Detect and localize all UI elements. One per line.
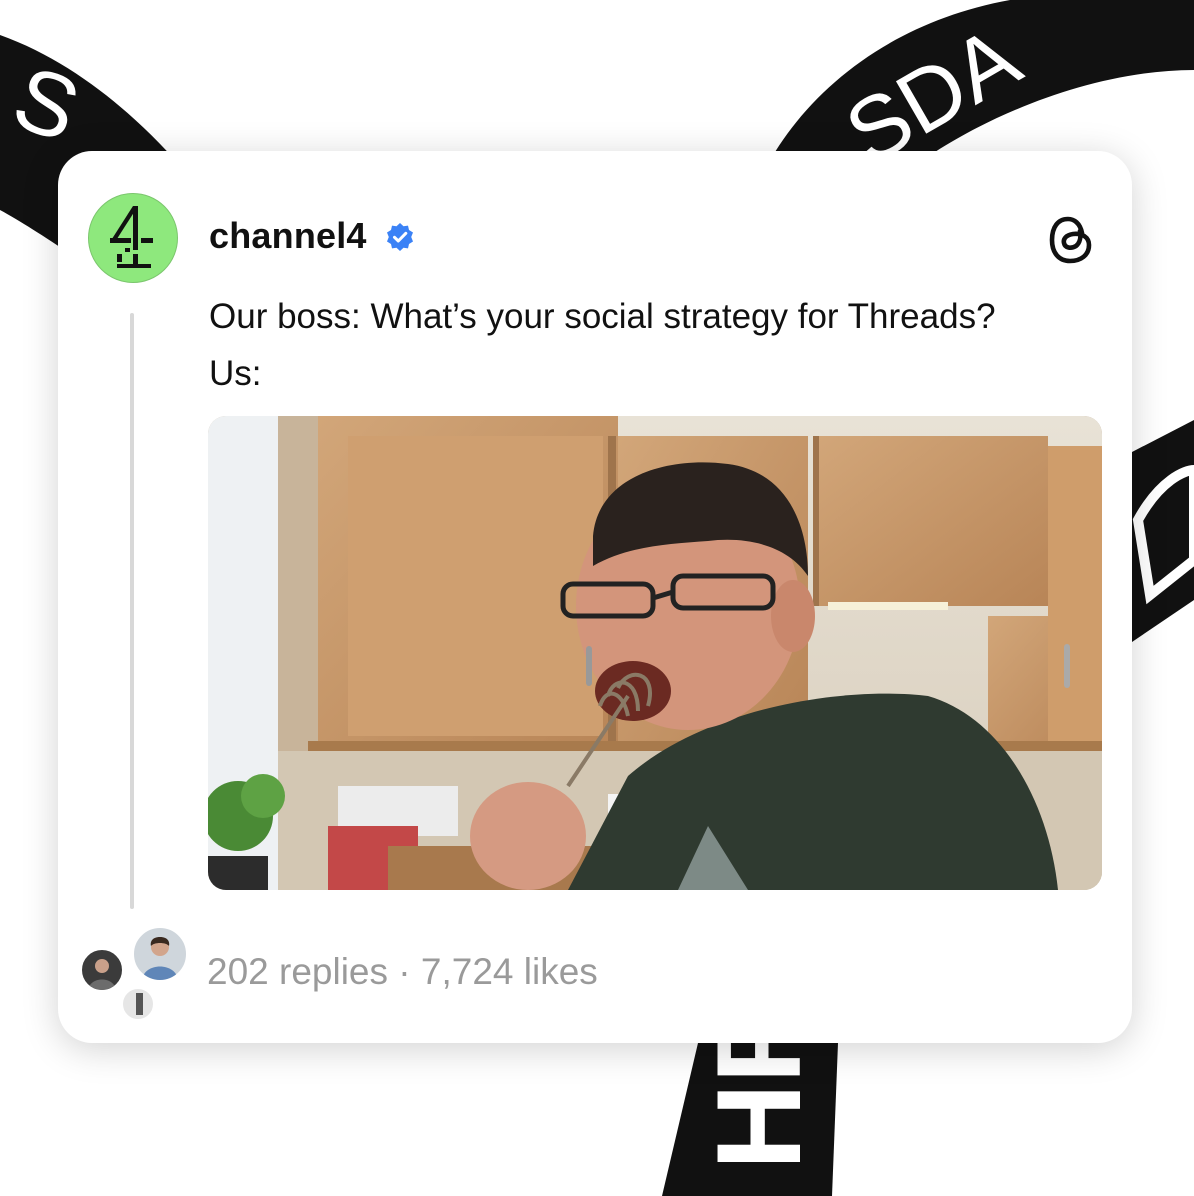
replier-avatar bbox=[80, 948, 124, 992]
post-text-line: Us: bbox=[209, 354, 262, 393]
video-still-image bbox=[208, 416, 1102, 890]
post-stats[interactable]: 202 replies · 7,724 likes bbox=[207, 951, 598, 993]
channel4-logo-icon bbox=[110, 206, 153, 268]
replier-avatar bbox=[132, 926, 188, 982]
post-text-line: Our boss: What’s your social strategy fo… bbox=[209, 297, 996, 336]
thread-post-card[interactable]: channel4 Our boss: What’s your social st… bbox=[58, 151, 1132, 1043]
post-video[interactable] bbox=[208, 416, 1102, 890]
thread-connector-line bbox=[130, 313, 134, 909]
threads-logo-icon[interactable] bbox=[1046, 213, 1096, 267]
channel4-avatar[interactable] bbox=[88, 193, 178, 283]
replier-avatar bbox=[121, 987, 155, 1021]
verified-badge-icon bbox=[387, 223, 413, 251]
post-text: Our boss: What’s your social strategy fo… bbox=[209, 288, 1109, 402]
username[interactable]: channel4 bbox=[209, 215, 367, 257]
